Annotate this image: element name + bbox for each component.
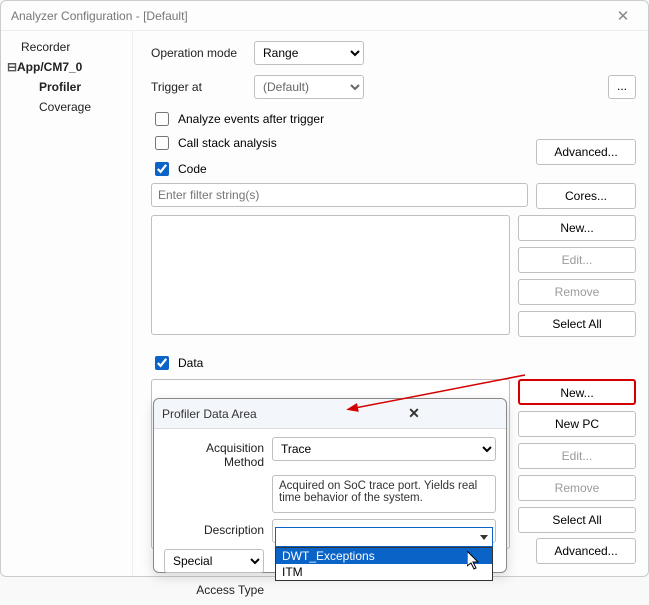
collapse-icon[interactable]: ⊟ <box>7 60 17 74</box>
code-select-all-button[interactable]: Select All <box>518 311 636 337</box>
titlebar: Analyzer Configuration - [Default] ✕ <box>1 1 648 31</box>
data-checkbox[interactable] <box>155 356 169 370</box>
tree-item-coverage[interactable]: Coverage <box>1 97 132 117</box>
tree-item-profiler[interactable]: Profiler <box>1 77 132 97</box>
popup-titlebar: Profiler Data Area ✕ <box>154 399 506 429</box>
code-remove-button[interactable]: Remove <box>518 279 636 305</box>
data-label: Data <box>178 356 203 370</box>
call-stack-checkbox[interactable] <box>155 136 169 150</box>
special-dropdown-list[interactable]: DWT_Exceptions ITM <box>275 547 493 581</box>
tree-item-recorder[interactable]: Recorder <box>1 37 132 57</box>
new-pc-sampling-button[interactable]: New PC Sampling... <box>518 411 636 437</box>
advanced-button-bottom[interactable]: Advanced... <box>536 538 636 564</box>
cores-button[interactable]: Cores... <box>536 183 636 209</box>
analyze-events-checkbox[interactable] <box>155 112 169 126</box>
access-type-label: Access Type <box>164 579 264 597</box>
data-edit-button[interactable]: Edit... <box>518 443 636 469</box>
popup-close-icon[interactable]: ✕ <box>330 405 498 422</box>
trigger-at-label: Trigger at <box>151 80 246 94</box>
advanced-button-top[interactable]: Advanced... <box>536 139 636 165</box>
special-select[interactable]: Special <box>164 549 264 573</box>
operation-mode-select[interactable]: Range <box>254 41 364 65</box>
code-checkbox[interactable] <box>155 162 169 176</box>
code-filter-input[interactable] <box>151 183 528 207</box>
data-remove-button[interactable]: Remove <box>518 475 636 501</box>
data-new-button[interactable]: New... <box>518 379 636 405</box>
close-icon[interactable]: ✕ <box>608 7 638 25</box>
dropdown-option-itm[interactable]: ITM <box>276 564 492 580</box>
call-stack-label: Call stack analysis <box>178 136 277 150</box>
window-title: Analyzer Configuration - [Default] <box>11 9 608 23</box>
code-label: Code <box>178 162 207 176</box>
acquisition-description: Acquired on SoC trace port. Yields real … <box>272 475 496 513</box>
dropdown-option-dwt[interactable]: DWT_Exceptions <box>276 548 492 564</box>
code-edit-button[interactable]: Edit... <box>518 247 636 273</box>
analyze-events-label: Analyze events after trigger <box>178 112 324 126</box>
code-new-button[interactable]: New... <box>518 215 636 241</box>
trigger-more-button[interactable]: ... <box>608 75 636 99</box>
tree-item-app[interactable]: ⊟App/CM7_0 <box>1 57 132 77</box>
special-combo-field[interactable] <box>275 527 493 547</box>
description-label: Description <box>164 519 264 537</box>
acquisition-method-select[interactable]: Trace <box>272 437 496 461</box>
sidebar-tree: Recorder ⊟App/CM7_0 Profiler Coverage <box>1 31 133 576</box>
operation-mode-label: Operation mode <box>151 46 246 60</box>
popup-title: Profiler Data Area <box>162 407 330 421</box>
data-select-all-button[interactable]: Select All <box>518 507 636 533</box>
code-listbox[interactable] <box>151 215 510 335</box>
trigger-at-select[interactable]: (Default) <box>254 75 364 99</box>
acquisition-method-label: Acquisition Method <box>164 437 264 469</box>
